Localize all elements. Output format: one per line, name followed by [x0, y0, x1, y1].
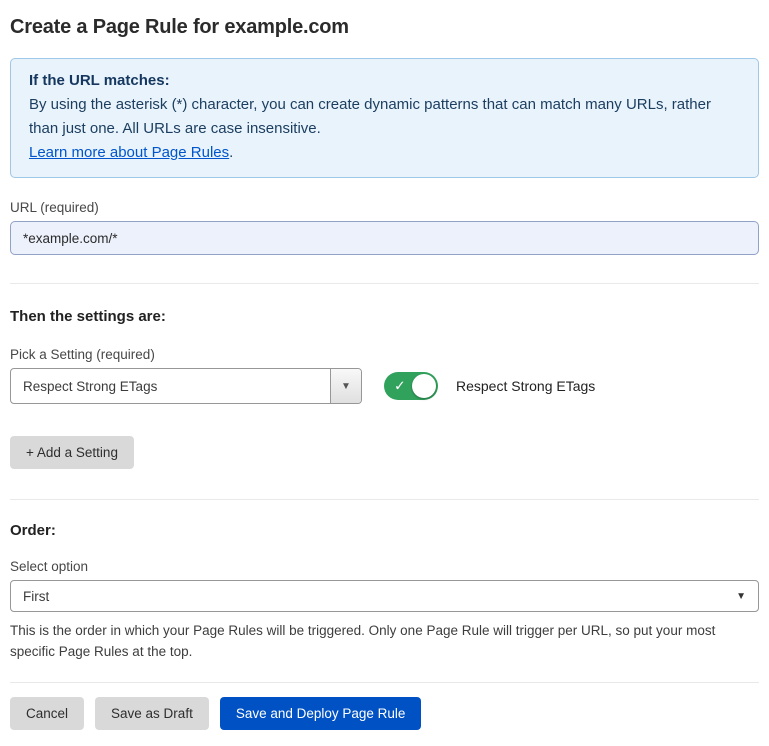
info-box: If the URL matches: By using the asteris… — [10, 58, 759, 178]
setting-picker-label: Pick a Setting (required) — [10, 347, 759, 362]
page-title: Create a Page Rule for example.com — [10, 14, 759, 40]
info-box-heading: If the URL matches: — [29, 69, 740, 93]
action-bar: Cancel Save as Draft Save and Deploy Pag… — [10, 697, 759, 746]
section-divider — [10, 283, 759, 284]
setting-select[interactable]: Respect Strong ETags ▼ — [10, 368, 362, 404]
save-deploy-button[interactable]: Save and Deploy Page Rule — [220, 697, 422, 730]
etag-toggle[interactable]: ✓ — [384, 372, 438, 400]
learn-more-link[interactable]: Learn more about Page Rules — [29, 144, 229, 161]
order-select-label: Select option — [10, 559, 759, 574]
link-suffix: . — [229, 144, 233, 161]
order-select-value: First — [11, 589, 736, 604]
url-label: URL (required) — [10, 200, 759, 215]
page-rule-form: Create a Page Rule for example.com If th… — [0, 14, 769, 746]
check-icon: ✓ — [394, 378, 406, 395]
chevron-down-icon: ▼ — [736, 591, 746, 602]
add-setting-button[interactable]: + Add a Setting — [10, 436, 134, 469]
order-help-text: This is the order in which your Page Rul… — [10, 620, 759, 662]
settings-heading: Then the settings are: — [10, 308, 759, 325]
setting-select-value: Respect Strong ETags — [11, 379, 330, 394]
chevron-down-icon: ▼ — [341, 381, 351, 392]
save-draft-button[interactable]: Save as Draft — [95, 697, 209, 730]
toggle-label: Respect Strong ETags — [456, 378, 595, 394]
cancel-button[interactable]: Cancel — [10, 697, 84, 730]
toggle-knob — [412, 374, 436, 398]
setting-select-caret-button[interactable]: ▼ — [330, 369, 361, 403]
section-divider — [10, 499, 759, 500]
setting-row: Respect Strong ETags ▼ ✓ Respect Strong … — [10, 368, 759, 404]
info-box-body: By using the asterisk (*) character, you… — [29, 93, 740, 141]
info-box-link-line: Learn more about Page Rules. — [29, 141, 740, 165]
order-heading: Order: — [10, 522, 759, 539]
url-input[interactable] — [10, 221, 759, 255]
section-divider — [10, 682, 759, 683]
order-select[interactable]: First ▼ — [10, 580, 759, 612]
